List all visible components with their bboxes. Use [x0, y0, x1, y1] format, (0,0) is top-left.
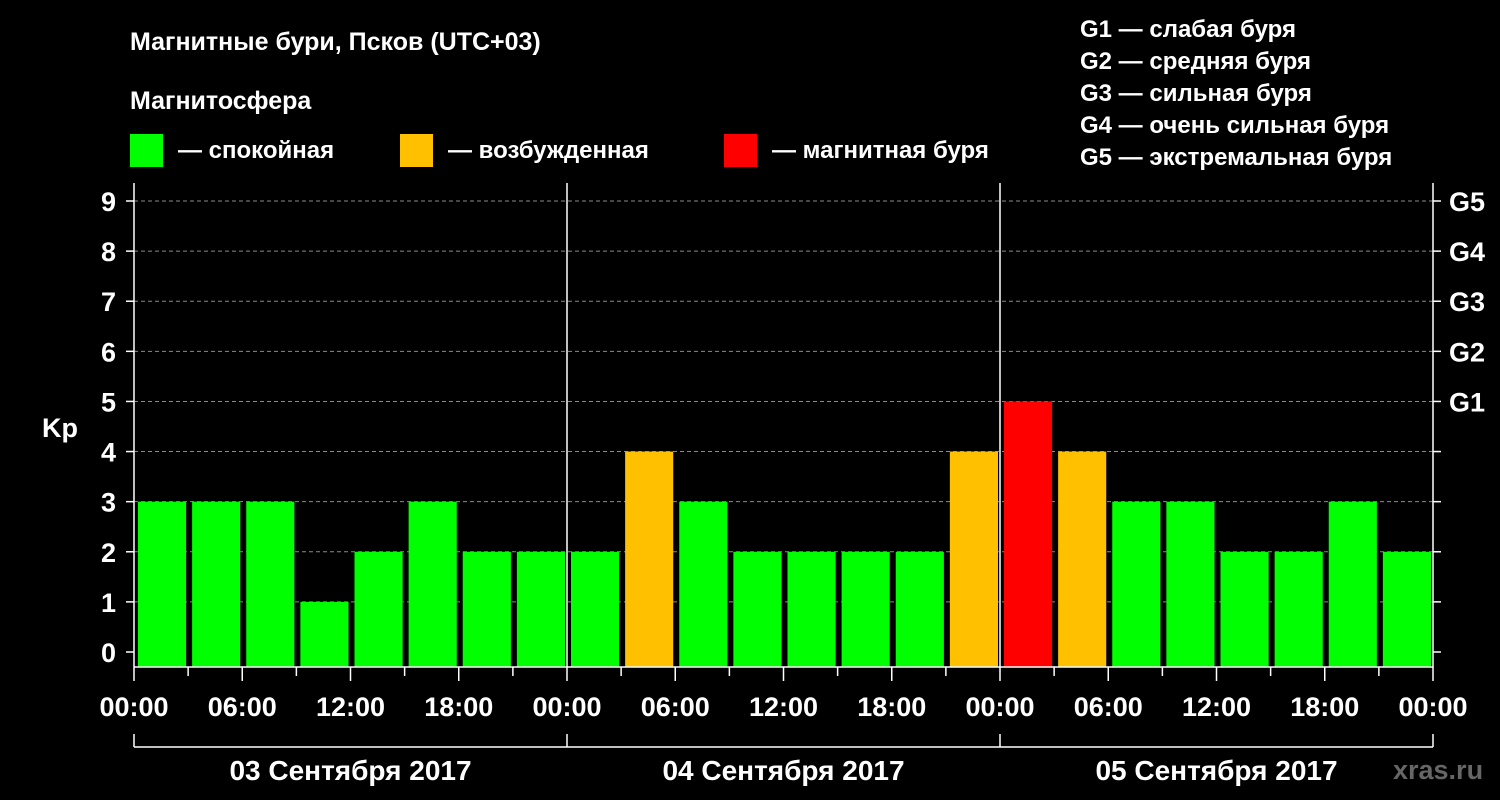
kp-bar	[1328, 501, 1377, 667]
kp-bar	[354, 551, 403, 667]
kp-bar	[787, 551, 836, 667]
x-tick-label: 18:00	[1290, 692, 1359, 722]
date-label: 05 Сентября 2017	[1095, 755, 1337, 786]
kp-bar	[300, 601, 349, 667]
x-tick-label: 12:00	[749, 692, 818, 722]
kp-bar	[949, 451, 998, 667]
kp-bar	[1004, 401, 1053, 667]
kp-bar	[1112, 501, 1161, 667]
y-tick-label: 8	[101, 237, 116, 267]
y-tick-label: 5	[101, 387, 116, 417]
kp-bar	[1058, 451, 1107, 667]
kp-bar	[679, 501, 728, 667]
x-tick-label: 00:00	[532, 692, 601, 722]
y-axis-label: Kp	[42, 413, 78, 443]
y-tick-label: 3	[101, 488, 116, 518]
kp-bar	[733, 551, 782, 667]
x-tick-label: 06:00	[1074, 692, 1143, 722]
kp-bar	[1382, 551, 1431, 667]
g-scale-item-g4: G4 — очень сильная буря	[1080, 112, 1389, 139]
date-label: 04 Сентября 2017	[662, 755, 904, 786]
g-level-label: G5	[1449, 187, 1485, 217]
g-scale-item-g2: G2 — средняя буря	[1080, 48, 1311, 75]
date-label: 03 Сентября 2017	[229, 755, 471, 786]
y-tick-label: 4	[101, 438, 116, 468]
x-tick-label: 00:00	[99, 692, 168, 722]
kp-bar	[408, 501, 457, 667]
g-level-label: G4	[1449, 237, 1485, 267]
kp-chart: Магнитные бури, Псков (UTC+03) Магнитосф…	[42, 16, 1485, 786]
x-tick-label: 06:00	[641, 692, 710, 722]
legend-swatch-active	[400, 134, 433, 167]
g-level-label: G3	[1449, 287, 1485, 317]
y-tick-label: 2	[101, 538, 116, 568]
kp-bar	[895, 551, 944, 667]
x-tick-label: 12:00	[316, 692, 385, 722]
kp-bar	[1274, 551, 1323, 667]
g-scale-legend: G1 — слабая буря G2 — средняя буря G3 — …	[1080, 16, 1392, 171]
legend-label-active: — возбужденная	[448, 137, 649, 164]
kp-bar	[571, 551, 620, 667]
g-scale-item-g1: G1 — слабая буря	[1080, 16, 1296, 43]
legend-swatch-quiet	[130, 134, 163, 167]
kp-bar	[516, 551, 565, 667]
kp-bar	[1220, 551, 1269, 667]
g-scale-item-g5: G5 — экстремальная буря	[1080, 144, 1392, 171]
kp-bar	[625, 451, 674, 667]
kp-bar	[246, 501, 295, 667]
x-tick-label: 00:00	[965, 692, 1034, 722]
x-tick-label: 06:00	[208, 692, 277, 722]
legend-label-storm: — магнитная буря	[772, 137, 989, 164]
legend-swatch-storm	[724, 134, 757, 167]
y-tick-label: 6	[101, 337, 116, 367]
y-tick-label: 7	[101, 287, 116, 317]
chart-title: Магнитные бури, Псков (UTC+03)	[130, 28, 541, 56]
legend-label-quiet: — спокойная	[178, 137, 334, 164]
g-scale-item-g3: G3 — сильная буря	[1080, 80, 1312, 107]
kp-bar	[841, 551, 890, 667]
x-tick-label: 18:00	[857, 692, 926, 722]
x-tick-label: 00:00	[1398, 692, 1467, 722]
kp-bar	[138, 501, 187, 667]
kp-bar	[462, 551, 511, 667]
y-tick-label: 9	[101, 187, 116, 217]
plot-area: 0 1 2 3 4 5 6 7 8 9 G1 G2 G3 G4 G5 00:00 06:00 12:00 18:00…	[99, 183, 1485, 786]
x-tick-label: 18:00	[424, 692, 493, 722]
g-level-label: G1	[1449, 387, 1485, 417]
kp-bar	[1166, 501, 1215, 667]
y-tick-label: 0	[101, 638, 116, 668]
source-watermark: xras.ru	[1393, 755, 1483, 785]
x-tick-label: 12:00	[1182, 692, 1251, 722]
kp-bar	[192, 501, 241, 667]
legend: — спокойная — возбужденная — магнитная б…	[130, 134, 989, 167]
legend-heading: Магнитосфера	[130, 87, 312, 115]
g-level-label: G2	[1449, 337, 1485, 367]
y-tick-label: 1	[101, 588, 116, 618]
